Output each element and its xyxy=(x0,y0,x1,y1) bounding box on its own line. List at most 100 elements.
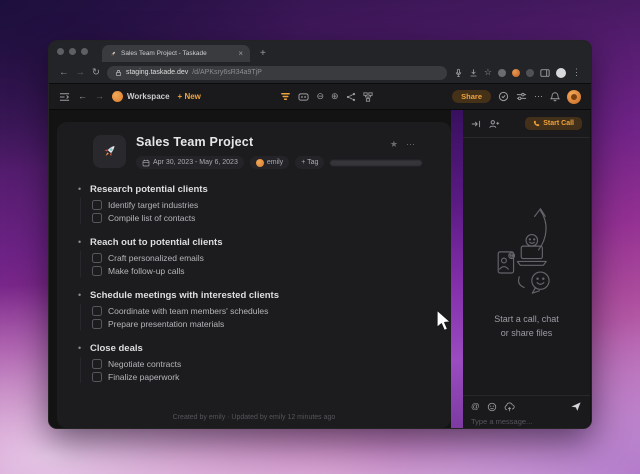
mention-at-icon[interactable]: @ xyxy=(471,402,480,411)
user-avatar[interactable] xyxy=(567,90,581,104)
extension-icon[interactable] xyxy=(526,69,534,77)
zoom-in-icon[interactable]: ⊕ xyxy=(331,92,339,101)
download-icon[interactable] xyxy=(469,68,478,78)
filter-list-view-icon[interactable] xyxy=(280,91,291,102)
checkbox-icon[interactable] xyxy=(92,266,102,276)
reload-icon[interactable]: ↻ xyxy=(92,68,100,78)
add-tag-chip[interactable]: + Tag xyxy=(295,156,324,169)
checkbox-icon[interactable] xyxy=(92,359,102,369)
checkbox-icon[interactable] xyxy=(92,213,102,223)
minimize-window-icon[interactable] xyxy=(69,48,76,55)
task-group-heading[interactable]: Schedule meetings with interested client… xyxy=(90,290,279,301)
send-message-icon[interactable] xyxy=(570,401,582,412)
collapse-panel-icon[interactable] xyxy=(471,119,481,129)
task-group-heading[interactable]: Research potential clients xyxy=(90,184,208,195)
task-item-label: Coordinate with team members' schedules xyxy=(108,306,268,316)
task-group-head: • Close deals xyxy=(78,343,451,354)
task-item-label: Prepare presentation materials xyxy=(108,319,224,329)
task-group-head: • Research potential clients xyxy=(78,184,451,195)
forward-icon[interactable]: → xyxy=(76,68,86,78)
sidebar-toggle-icon[interactable] xyxy=(59,92,70,102)
task-group: • Research potential clients Identify ta… xyxy=(78,184,451,224)
date-range-chip[interactable]: Apr 30, 2023 - May 6, 2023 xyxy=(136,156,244,169)
checkbox-icon[interactable] xyxy=(92,253,102,263)
checkbox-icon[interactable] xyxy=(92,319,102,329)
settings-sliders-icon[interactable] xyxy=(516,91,527,102)
lock-icon xyxy=(115,69,122,77)
browser-menu-kebab-icon[interactable]: ⋮ xyxy=(572,68,581,77)
nav-back-icon[interactable]: ← xyxy=(78,92,87,101)
back-icon[interactable]: ← xyxy=(59,68,69,78)
extension-icon[interactable] xyxy=(512,69,520,77)
address-bar[interactable]: staging.taskade.dev/d/APKsry6sR34a9TjP xyxy=(107,66,447,80)
chat-toolbar: @ xyxy=(471,401,582,412)
browser-actions: ☆ ⋮ xyxy=(454,68,581,78)
browser-tab[interactable]: Sales Team Project - Taskade × xyxy=(102,45,250,62)
checkbox-icon[interactable] xyxy=(92,200,102,210)
project-header-text: Sales Team Project Apr 30, 2023 - May 6,… xyxy=(136,135,422,169)
task-item[interactable]: Negotiate contracts xyxy=(92,357,451,370)
blurred-text-placeholder xyxy=(330,160,422,166)
checkbox-icon[interactable] xyxy=(92,306,102,316)
share-nodes-icon[interactable] xyxy=(346,92,356,102)
task-item[interactable]: Prepare presentation materials xyxy=(92,317,451,330)
task-item[interactable]: Coordinate with team members' schedules xyxy=(92,304,451,317)
task-item-label: Make follow-up calls xyxy=(108,266,185,276)
task-group-items: Craft personalized emails Make follow-up… xyxy=(80,251,451,277)
task-item[interactable]: Identify target industries xyxy=(92,198,451,211)
side-panel-icon[interactable] xyxy=(540,68,550,78)
history-check-icon[interactable] xyxy=(498,91,509,102)
board-view-icon[interactable] xyxy=(298,92,309,102)
project-emoji-rocket-icon[interactable] xyxy=(93,135,126,168)
favorite-star-icon[interactable]: ★ xyxy=(390,140,398,149)
chat-input-area: @ xyxy=(463,395,590,429)
project-title[interactable]: Sales Team Project xyxy=(136,135,422,149)
extension-icon[interactable] xyxy=(498,69,506,77)
zoom-out-icon[interactable]: ⊖ xyxy=(316,92,324,101)
taskade-favicon-rocket-icon xyxy=(109,50,117,58)
project-more-icon[interactable]: ⋯ xyxy=(406,140,415,149)
workspace-avatar xyxy=(112,91,123,102)
toolbar-actions: Share ⋯ xyxy=(452,90,581,104)
checkbox-icon[interactable] xyxy=(92,372,102,382)
message-input[interactable] xyxy=(471,417,582,426)
chat-sidebar-header: Start Call xyxy=(463,110,590,138)
window-traffic-lights[interactable] xyxy=(57,41,88,62)
workflow-icon[interactable] xyxy=(363,92,373,102)
maximize-window-icon[interactable] xyxy=(81,48,88,55)
task-group-heading[interactable]: Close deals xyxy=(90,343,143,354)
assignee-chip[interactable]: emily xyxy=(250,156,289,169)
microphone-icon[interactable] xyxy=(454,68,463,78)
bullet-icon: • xyxy=(78,238,83,247)
task-item[interactable]: Make follow-up calls xyxy=(92,264,451,277)
share-button[interactable]: Share xyxy=(452,90,491,104)
more-options-icon[interactable]: ⋯ xyxy=(534,92,543,101)
app-content: Sales Team Project Apr 30, 2023 - May 6,… xyxy=(49,110,591,429)
nav-forward-icon[interactable]: → xyxy=(95,92,104,101)
upload-cloud-icon[interactable] xyxy=(504,402,515,412)
task-group-items: Coordinate with team members' schedules … xyxy=(80,304,451,330)
task-item[interactable]: Craft personalized emails xyxy=(92,251,451,264)
close-window-icon[interactable] xyxy=(57,48,64,55)
task-group-heading[interactable]: Reach out to potential clients xyxy=(90,237,223,248)
new-project-button[interactable]: + New xyxy=(178,92,201,101)
url-path: /d/APKsry6sR34a9TjP xyxy=(192,69,262,76)
task-item[interactable]: Compile list of contacts xyxy=(92,211,451,224)
chat-empty-line1: Start a call, chat xyxy=(494,314,559,324)
invite-person-icon[interactable] xyxy=(489,119,500,129)
notifications-bell-icon[interactable] xyxy=(550,91,560,102)
task-item-label: Compile list of contacts xyxy=(108,213,195,223)
new-tab-icon[interactable]: + xyxy=(260,49,266,59)
close-tab-icon[interactable]: × xyxy=(238,50,243,58)
task-list: • Research potential clients Identify ta… xyxy=(78,184,451,383)
bookmark-star-icon[interactable]: ☆ xyxy=(484,68,492,77)
task-group: • Reach out to potential clients Craft p… xyxy=(78,237,451,277)
task-item[interactable]: Finalize paperwork xyxy=(92,370,451,383)
browser-profile-avatar[interactable] xyxy=(556,68,566,78)
emoji-smiley-icon[interactable] xyxy=(487,402,497,412)
project-header: Sales Team Project Apr 30, 2023 - May 6,… xyxy=(57,122,451,169)
project-footer: Created by emily · Updated by emily 12 m… xyxy=(57,414,451,421)
start-call-button[interactable]: Start Call xyxy=(525,117,582,130)
view-switcher: ⊖ ⊕ xyxy=(280,91,372,102)
workspace-switcher[interactable]: Workspace xyxy=(112,91,170,102)
